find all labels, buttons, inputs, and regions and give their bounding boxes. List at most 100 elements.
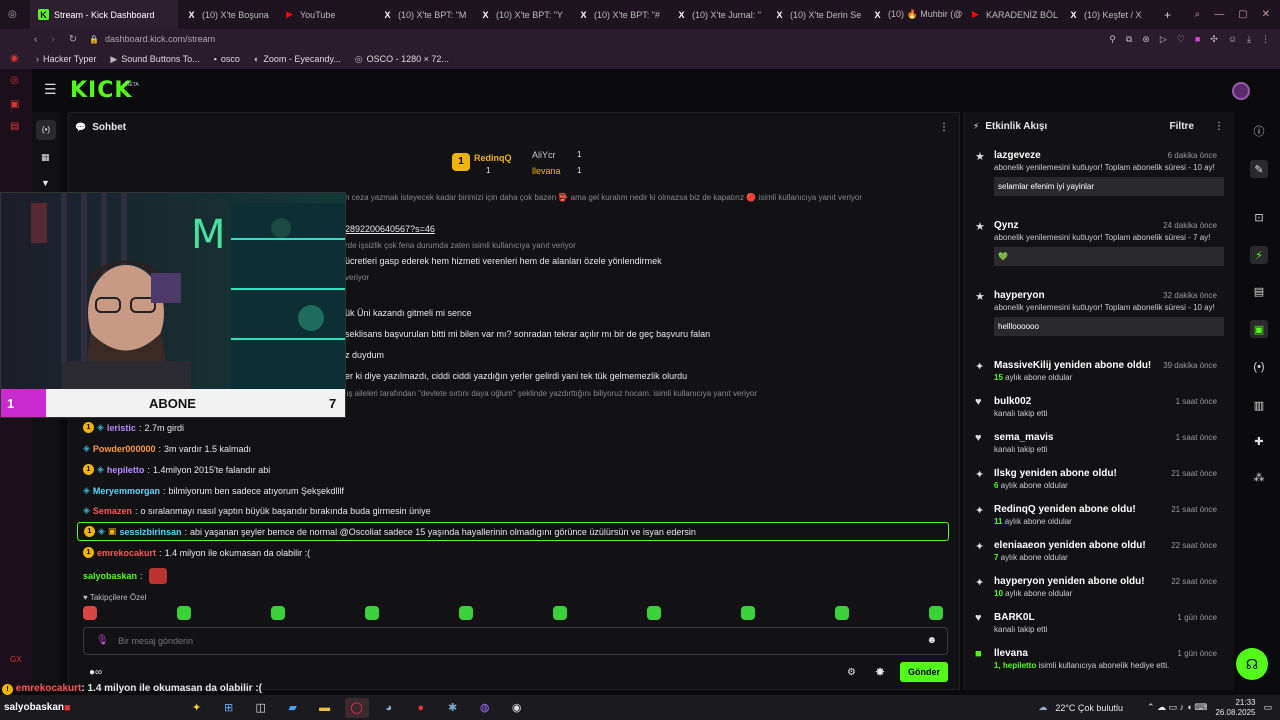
info-icon[interactable]: ⓘ <box>1250 122 1268 140</box>
bookmark-icon[interactable]: ⚲ <box>1109 34 1116 45</box>
snapshot-icon[interactable]: ⧉ <box>1126 34 1132 45</box>
emoji-icon[interactable]: ☻ <box>926 635 937 646</box>
new-tab-icon[interactable]: + <box>1164 8 1171 22</box>
tab-3[interactable]: X (10) X'te BPT: "M <box>374 0 472 29</box>
forward-icon[interactable]: › <box>51 34 54 45</box>
heart-icon[interactable]: ♡ <box>1177 34 1185 45</box>
notes-icon[interactable]: ▤ <box>1250 282 1268 300</box>
tab-7[interactable]: X (10) X'te Derin Se <box>766 0 864 29</box>
emote-icon[interactable] <box>929 606 943 620</box>
chat-username[interactable]: emrekocakurt <box>97 548 156 558</box>
extension-icon[interactable]: ■ <box>1195 34 1200 45</box>
emote-icon[interactable] <box>647 606 661 620</box>
reload-icon[interactable]: ↻ <box>69 34 77 45</box>
wrench-icon[interactable]: ✚ <box>1250 432 1268 450</box>
capture-icon[interactable]: ⊡ <box>1250 208 1268 226</box>
user-avatar[interactable] <box>1232 82 1250 100</box>
tab-6[interactable]: X (10) X'te Jurnal: " <box>668 0 766 29</box>
tab-2[interactable]: ▶ YouTube <box>276 0 374 29</box>
message-input[interactable] <box>118 633 898 649</box>
tab-9[interactable]: ▶ KARADENİZ BÖL <box>962 0 1060 29</box>
discord-icon[interactable]: ◍ <box>473 698 497 718</box>
activity-toggle-icon[interactable]: ⚡ <box>1250 246 1268 264</box>
url-field[interactable]: dashboard.kick.com/stream <box>105 34 215 44</box>
opera-icon[interactable]: ● <box>409 698 433 718</box>
clock-time[interactable]: 21:33 <box>1215 698 1255 708</box>
emote-icon[interactable] <box>835 606 849 620</box>
kick-logo[interactable]: KICK <box>70 78 132 103</box>
nav-stream-icon[interactable]: (•) <box>36 120 56 140</box>
chat-menu-icon[interactable]: ⋮ <box>939 122 949 133</box>
tab-1[interactable]: X (10) X'te Boşuna <box>178 0 276 29</box>
obs-icon[interactable]: ◉ <box>505 698 529 718</box>
emote-icon[interactable] <box>553 606 567 620</box>
bookmark-0[interactable]: › Hacker Typer <box>36 54 96 65</box>
more-icon[interactable]: ⋮ <box>1261 34 1270 45</box>
sidebar-icon-4[interactable]: ▤ <box>10 121 19 132</box>
vpn-icon[interactable]: ⊛ <box>1142 34 1150 45</box>
start-icon[interactable]: ⊞ <box>217 698 241 718</box>
bookmark-1[interactable]: ▶ Sound Buttons To... <box>110 54 199 65</box>
chat-username[interactable]: salyobaskan <box>83 571 137 581</box>
chat-username[interactable]: leristic <box>107 423 136 433</box>
weather-text[interactable]: 22°C Çok bulutlu <box>1055 703 1123 713</box>
opera-gx-icon[interactable]: ◯ <box>344 697 369 718</box>
taskview-icon[interactable]: ◫ <box>249 698 273 718</box>
chat-username[interactable]: sessizbirinsan <box>119 527 181 537</box>
close-icon[interactable]: ✕ <box>1262 9 1270 20</box>
bookmark-3[interactable]: ◐ Zoom - Eyecandy... <box>254 54 341 65</box>
emote-icon[interactable] <box>741 606 755 620</box>
download-icon[interactable]: ⤓ <box>1247 34 1251 45</box>
emote-icon[interactable] <box>271 606 285 620</box>
tab-5[interactable]: X (10) X'te BPT: "# <box>570 0 668 29</box>
badge-icon[interactable]: ✸ <box>875 665 885 679</box>
chat-toggle-icon[interactable]: ▣ <box>1250 320 1268 338</box>
mic-icon[interactable]: 🎙 <box>96 635 109 646</box>
chat-username[interactable]: Meryemmorgan <box>93 486 160 496</box>
sidebar-icon-1[interactable]: ◉ <box>10 53 19 64</box>
share-icon[interactable]: ⁂ <box>1250 468 1268 486</box>
filter-button[interactable]: Filtre <box>1170 121 1194 132</box>
steam-icon[interactable]: ◕ <box>377 698 401 718</box>
search-tabs-icon[interactable]: ⌕ <box>1195 9 1201 20</box>
chat-username[interactable]: Powder000000 <box>93 444 156 454</box>
nav-trophy-icon[interactable]: ▼ <box>41 178 50 188</box>
support-button[interactable]: ☊ <box>1236 648 1268 680</box>
leader-2-name[interactable]: AliYcr <box>532 150 556 160</box>
puzzle-icon[interactable]: ✣ <box>1210 34 1218 45</box>
settings-icon[interactable]: ⚙ <box>847 667 856 678</box>
leader-3-name[interactable]: llevana <box>532 166 561 176</box>
nav-chart-icon[interactable]: ▦ <box>41 152 50 163</box>
broadcast-icon[interactable]: (•) <box>1250 358 1268 376</box>
layout-icon[interactable]: ▥ <box>1250 396 1268 414</box>
sidebar-icon-5[interactable]: GX <box>10 655 22 664</box>
emote-icon[interactable] <box>365 606 379 620</box>
app-icon[interactable]: ✱ <box>441 698 465 718</box>
profile-icon[interactable]: ☺ <box>1228 34 1237 45</box>
leader-1-name[interactable]: RedinqQ <box>474 153 512 163</box>
back-icon[interactable]: ‹ <box>34 34 37 45</box>
send-button[interactable]: Gönder <box>900 662 948 682</box>
emote-icon[interactable] <box>459 606 473 620</box>
chat-input[interactable]: 🎙 ☻ <box>83 627 948 655</box>
edit-icon[interactable]: ✎ <box>1250 160 1268 178</box>
play-icon[interactable]: ▷ <box>1160 34 1167 45</box>
maximize-icon[interactable]: ▢ <box>1238 9 1247 20</box>
clock-date[interactable]: 26.08.2025 <box>1215 708 1255 718</box>
sparkle-icon[interactable]: ✦ <box>185 698 209 718</box>
hamburger-icon[interactable]: ☰ <box>44 81 57 98</box>
emote-icon[interactable] <box>177 606 191 620</box>
tab-8[interactable]: X (10) 🔥 Muhbir (@ <box>864 0 962 29</box>
chat-username[interactable]: hepiletto <box>107 465 145 475</box>
explorer-icon[interactable]: ▰ <box>281 698 305 718</box>
chat-username[interactable]: Semazen <box>93 506 132 516</box>
notification-icon[interactable]: ▭ <box>1263 702 1272 713</box>
tab-10[interactable]: X (10) Keşfet / X <box>1060 0 1158 29</box>
chat-tools-icon[interactable]: ●∞ <box>89 667 102 678</box>
sidebar-icon-3[interactable]: ▣ <box>10 99 19 110</box>
bookmark-2[interactable]: ▪ osco <box>214 54 240 65</box>
files-icon[interactable]: ▬ <box>313 698 337 718</box>
activity-menu-icon[interactable]: ⋮ <box>1214 121 1224 132</box>
minimize-icon[interactable]: — <box>1214 9 1224 20</box>
tray-icon[interactable]: ⌃ ☁ ▭ ♪ ◖ ⌨ <box>1147 702 1207 713</box>
